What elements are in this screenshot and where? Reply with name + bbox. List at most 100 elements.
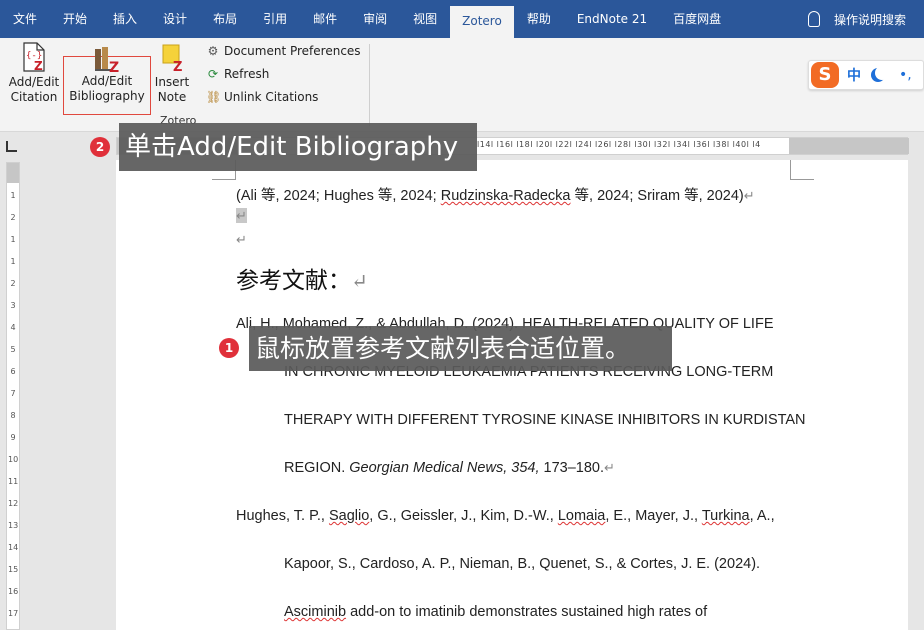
empty-paragraph[interactable]: ↵ xyxy=(236,232,247,248)
ref2-lomaia: Lomaia xyxy=(557,508,606,524)
add-edit-citation-label-2: Citation xyxy=(10,90,58,104)
ruler-number: 1 xyxy=(10,257,16,266)
ref2-part-3: , G., Geissler, J., Kim, D.-W., xyxy=(369,508,558,524)
punctuation-icon[interactable]: •, xyxy=(899,67,912,83)
add-edit-bibliography-label-2: Bibliography xyxy=(69,89,145,103)
ruler-number: 13 xyxy=(8,521,19,530)
gear-icon: ⚙ xyxy=(207,44,219,58)
ref1-journal: Georgian Medical News, 354, xyxy=(349,460,540,476)
add-edit-bibliography-label-1: Add/Edit xyxy=(81,74,133,88)
references-heading-text: 参考文献： xyxy=(236,268,351,294)
tab-view[interactable]: 视图 xyxy=(400,0,450,38)
tab-insert[interactable]: 插入 xyxy=(100,0,150,38)
ruler-numbers: l14l l16l l18l l20l l22l l24l l26l l28l … xyxy=(477,140,761,149)
tab-endnote[interactable]: EndNote 21 xyxy=(564,0,660,38)
ruler-number: 16 xyxy=(8,587,19,596)
paragraph-mark: ↵ xyxy=(236,232,247,247)
tab-zotero[interactable]: Zotero xyxy=(450,6,514,38)
refresh-button[interactable]: ⟳ Refresh xyxy=(206,67,269,81)
ruler-number: 14 xyxy=(8,543,19,552)
ribbon-tab-bar: 文件 开始 插入 设计 布局 引用 邮件 审阅 视图 Zotero 帮助 End… xyxy=(0,0,924,38)
moon-icon[interactable] xyxy=(875,66,889,80)
insert-note-button[interactable]: Z Insert Note xyxy=(152,42,192,105)
reference-2-line-2[interactable]: Kapoor, S., Cardoso, A. P., Nieman, B., … xyxy=(284,556,760,572)
svg-text:Z: Z xyxy=(109,60,119,73)
tab-design[interactable]: 设计 xyxy=(150,0,200,38)
tell-me-label: 操作说明搜索 xyxy=(833,12,906,27)
ref2-line3-rest: add-on to imatinib demonstrates sustaine… xyxy=(346,604,708,620)
step-2-callout: 单击Add/Edit Bibliography xyxy=(119,123,477,171)
ruler-number: 2 xyxy=(10,213,16,222)
paragraph-mark: ↵ xyxy=(604,460,615,475)
crop-mark-right xyxy=(790,160,814,180)
add-edit-bibliography-button[interactable]: Z Add/Edit Bibliography xyxy=(63,47,151,115)
ruler-number: 5 xyxy=(10,345,16,354)
ruler-number: 4 xyxy=(10,323,16,332)
ref2-asciminib: Asciminib xyxy=(284,604,347,620)
step-1-callout: 鼠标放置参考文献列表合适位置。 xyxy=(249,326,672,371)
ruler-number: 9 xyxy=(10,433,16,442)
ruler-number: 1 xyxy=(10,235,16,244)
reference-1-line-4[interactable]: REGION. Georgian Medical News, 354, 173–… xyxy=(284,460,615,476)
add-edit-citation-button[interactable]: {-} Z Add/Edit Citation xyxy=(6,42,62,105)
step-1-badge: 1 xyxy=(219,338,239,358)
step-2-badge: 2 xyxy=(90,137,110,157)
bibliography-icon: Z xyxy=(92,45,122,76)
vertical-ruler[interactable]: 121123456789101112131415161718 xyxy=(6,162,20,630)
paragraph-mark: ↵ xyxy=(236,208,247,223)
sogou-logo-icon: S xyxy=(811,62,839,88)
ref2-turkina: Turkina xyxy=(701,508,750,524)
empty-paragraph-selected[interactable]: ↵ xyxy=(236,208,247,224)
paragraph-mark: ↵ xyxy=(743,188,755,203)
unlink-citations-label: Unlink Citations xyxy=(224,90,319,104)
ref2-saglio: Saglio xyxy=(328,508,370,524)
paragraph-mark: ↵ xyxy=(351,269,368,293)
ruler-number: 3 xyxy=(10,301,16,310)
document-page[interactable]: (Ali 等, 2024; Hughes 等, 2024; Rudzinska-… xyxy=(116,160,908,630)
unlink-citations-button[interactable]: ⛓ Unlink Citations xyxy=(206,90,318,104)
citation-line[interactable]: (Ali 等, 2024; Hughes 等, 2024; Rudzinska-… xyxy=(236,184,755,205)
tab-review[interactable]: 审阅 xyxy=(350,0,400,38)
lightbulb-icon xyxy=(807,11,820,27)
tab-home[interactable]: 开始 xyxy=(50,0,100,38)
add-edit-citation-label-1: Add/Edit xyxy=(8,75,60,89)
tab-file[interactable]: 文件 xyxy=(0,0,50,38)
refresh-icon: ⟳ xyxy=(207,67,219,81)
ruler-number: 7 xyxy=(10,389,16,398)
tab-layout[interactable]: 布局 xyxy=(200,0,250,38)
svg-text:Z: Z xyxy=(34,59,43,72)
tab-help[interactable]: 帮助 xyxy=(514,0,564,38)
ruler-number: 12 xyxy=(8,499,19,508)
document-preferences-button[interactable]: ⚙ Document Preferences xyxy=(206,44,361,58)
tab-baidu-netdisk[interactable]: 百度网盘 xyxy=(660,0,734,38)
ime-toolbar[interactable]: S 中 •, xyxy=(808,60,924,90)
svg-text:Z: Z xyxy=(173,60,182,72)
group-separator xyxy=(369,44,370,126)
ruler-top-margin xyxy=(7,163,19,183)
note-icon: Z xyxy=(158,42,186,75)
ruler-number: 1 xyxy=(10,191,16,200)
tab-mailings[interactable]: 邮件 xyxy=(300,0,350,38)
references-heading[interactable]: 参考文献：↵ xyxy=(236,261,368,295)
tab-stop-selector[interactable] xyxy=(6,141,17,152)
reference-1-line-3[interactable]: THERAPY WITH DIFFERENT TYROSINE KINASE I… xyxy=(284,412,806,428)
unlink-icon: ⛓ xyxy=(206,90,222,104)
ref2-part-7: , A., xyxy=(749,508,775,524)
tab-references[interactable]: 引用 xyxy=(250,0,300,38)
ruler-number: 17 xyxy=(8,609,19,618)
reference-2-line-3[interactable]: Asciminib add-on to imatinib demonstrate… xyxy=(284,604,707,620)
ref1-pages: 173–180. xyxy=(539,460,605,476)
ruler-number: 15 xyxy=(8,565,19,574)
document-preferences-label: Document Preferences xyxy=(224,44,361,58)
insert-note-label-2: Note xyxy=(157,90,187,104)
reference-2-line-1[interactable]: Hughes, T. P., Saglio, G., Geissler, J.,… xyxy=(236,508,775,524)
ref2-part-1: Hughes, T. P., xyxy=(236,508,329,524)
citation-icon: {-} Z xyxy=(20,42,48,73)
ruler-right-margin xyxy=(789,138,909,154)
ime-mode-label[interactable]: 中 xyxy=(847,65,861,85)
tell-me-search[interactable]: 操作说明搜索 xyxy=(807,0,924,38)
refresh-label: Refresh xyxy=(224,67,270,81)
ruler-number: 8 xyxy=(10,411,16,420)
ruler-number: 11 xyxy=(8,477,19,486)
ruler-number: 6 xyxy=(10,367,16,376)
